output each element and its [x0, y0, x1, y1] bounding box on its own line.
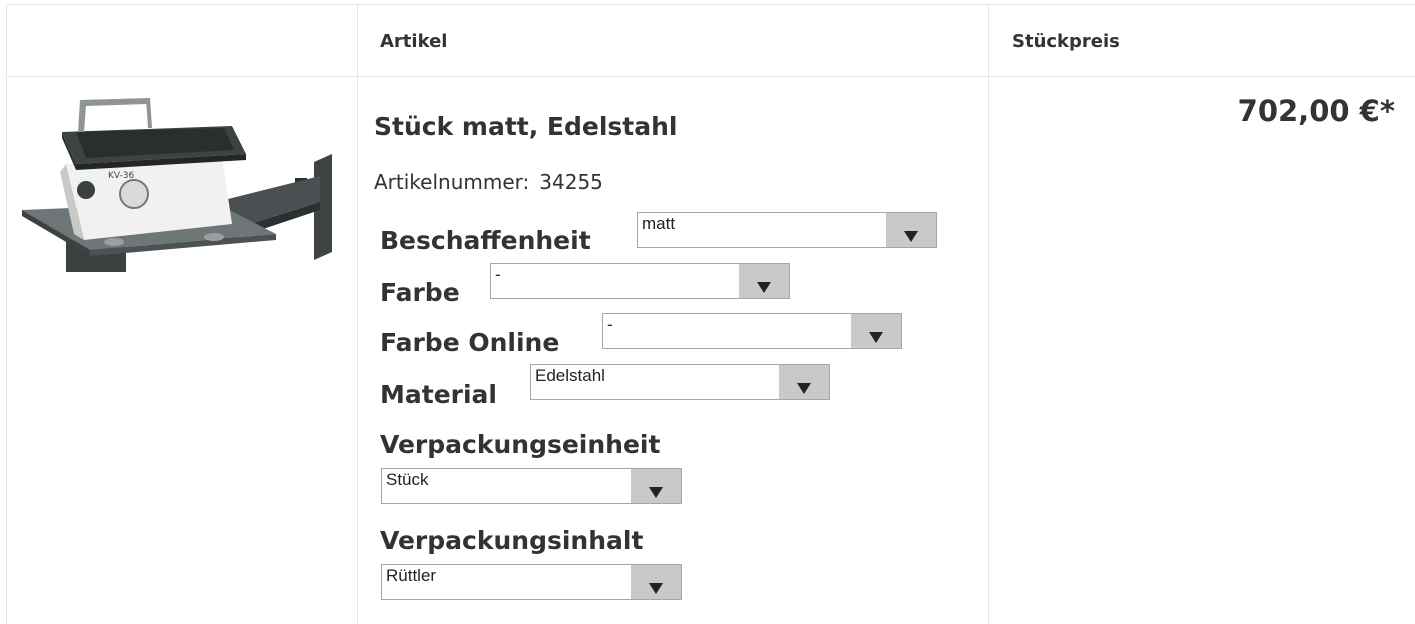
- column-divider-2: [988, 5, 989, 624]
- article-number: Artikelnummer: 34255: [374, 170, 603, 194]
- unit-price: 702,00 €*: [1237, 94, 1395, 128]
- verpackungseinheit-select-value: Stück: [386, 470, 429, 489]
- option-label-material: Material: [380, 380, 497, 409]
- triangle-down-icon[interactable]: [779, 365, 829, 399]
- triangle-down-icon[interactable]: [631, 469, 681, 503]
- header-divider: [6, 76, 1415, 77]
- verpackungseinheit-select[interactable]: Stück: [381, 468, 682, 504]
- verpackungsinhalt-select-value: Rüttler: [386, 566, 437, 585]
- material-select[interactable]: Edelstahl: [530, 364, 830, 400]
- article-number-label: Artikelnummer:: [374, 170, 530, 194]
- triangle-down-icon[interactable]: [631, 565, 681, 599]
- verpackungsinhalt-select[interactable]: Rüttler: [381, 564, 682, 600]
- beschaffenheit-select-value: matt: [642, 214, 676, 233]
- farbe-select-value: -: [495, 265, 501, 284]
- product-title[interactable]: Stück matt, Edelstahl: [374, 112, 678, 141]
- table-border-left: [6, 5, 7, 624]
- article-number-value: 34255: [539, 170, 603, 194]
- product-image[interactable]: KV-36: [14, 92, 344, 276]
- column-header-article: Artikel: [380, 31, 448, 52]
- beschaffenheit-select[interactable]: matt: [637, 212, 937, 248]
- option-label-beschaffenheit: Beschaffenheit: [380, 226, 591, 255]
- svg-text:KV-36: KV-36: [108, 171, 135, 181]
- option-label-verpackungsinhalt: Verpackungsinhalt: [380, 526, 644, 555]
- column-header-unit-price: Stückpreis: [1012, 31, 1120, 52]
- column-divider-1: [357, 5, 358, 624]
- option-label-farbe: Farbe: [380, 278, 460, 307]
- farbe-online-select[interactable]: -: [602, 313, 902, 349]
- farbe-online-select-value: -: [607, 315, 613, 334]
- triangle-down-icon[interactable]: [851, 314, 901, 348]
- option-label-farbe-online: Farbe Online: [380, 328, 560, 357]
- material-select-value: Edelstahl: [535, 366, 605, 385]
- triangle-down-icon[interactable]: [886, 213, 936, 247]
- option-label-verpackungseinheit: Verpackungseinheit: [380, 430, 661, 459]
- triangle-down-icon[interactable]: [739, 264, 789, 298]
- farbe-select[interactable]: -: [490, 263, 790, 299]
